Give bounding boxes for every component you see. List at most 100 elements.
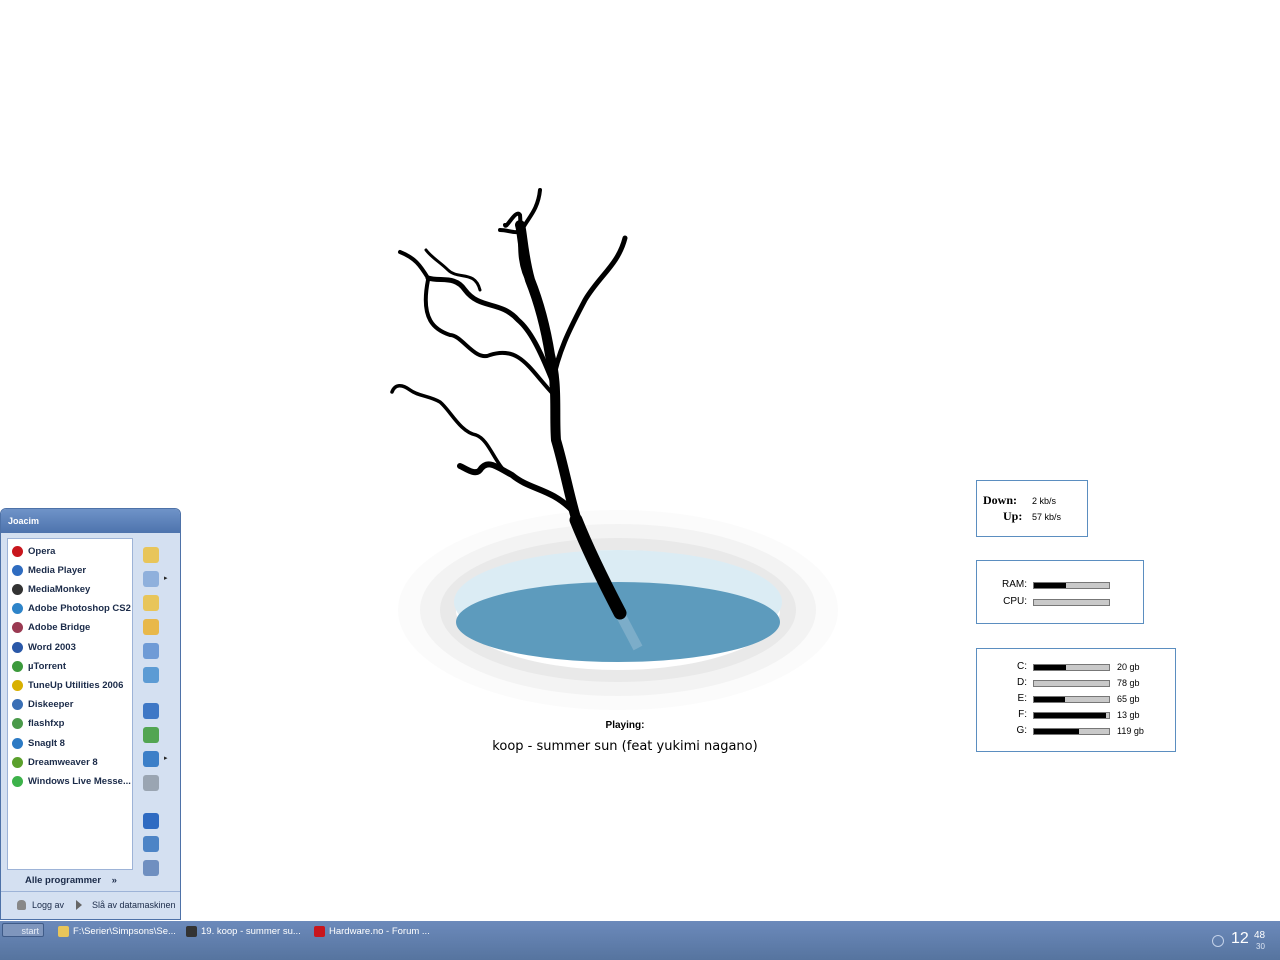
program-label: MediaMonkey xyxy=(28,583,91,595)
now-playing-label: Playing: xyxy=(605,720,645,731)
drive-meter-fill xyxy=(1034,697,1065,702)
opera-icon xyxy=(314,925,325,937)
drives-widget: C: 20 gb D: 78 gb E: 65 gb F: 13 gb G: 119 gb xyxy=(976,648,1176,752)
mediamonkey-icon xyxy=(12,583,23,595)
program-label: Diskeeper xyxy=(28,699,74,711)
program-item[interactable]: Dreamweaver 8 xyxy=(12,753,98,771)
program-item[interactable]: Diskeeper xyxy=(12,696,73,714)
network-widget: Down: 2 kb/s Up: 57 kb/s xyxy=(976,480,1088,537)
my-documents-icon[interactable] xyxy=(143,547,159,563)
control-panel-icon[interactable] xyxy=(143,703,159,719)
program-item[interactable]: Windows Live Messe... xyxy=(12,772,131,790)
taskbar-window-label: 19. koop - summer su... xyxy=(201,925,301,937)
shutdown-button[interactable]: Slå av datamaskinen xyxy=(76,900,176,910)
submenu-arrow-icon: ▸ xyxy=(164,755,168,762)
shutdown-icon xyxy=(76,900,82,910)
utorrent-icon xyxy=(12,660,23,672)
tray-network-icon[interactable] xyxy=(1212,935,1224,947)
drive-meter xyxy=(1033,680,1110,687)
word-icon xyxy=(12,641,23,653)
run-icon[interactable] xyxy=(143,860,159,876)
drive-free-value: 78 gb xyxy=(1117,678,1140,688)
start-menu: Joacim Opera Media Player MediaMonkey Adobe… xyxy=(0,508,181,920)
drive-label: D: xyxy=(1017,677,1027,688)
start-label: start xyxy=(21,926,39,936)
program-label: flashfxp xyxy=(28,718,65,730)
photoshop-icon xyxy=(12,603,23,615)
program-item[interactable]: TuneUp Utilities 2006 xyxy=(12,676,123,694)
drive-free-value: 119 gb xyxy=(1117,726,1144,736)
connect-to-icon[interactable] xyxy=(143,751,159,767)
network-places-icon[interactable] xyxy=(143,667,159,683)
up-label: Up: xyxy=(1003,509,1023,523)
down-label: Down: xyxy=(983,493,1018,507)
folder-icon xyxy=(58,925,69,937)
tuneup-icon xyxy=(12,679,23,691)
up-value: 57 kb/s xyxy=(1032,512,1062,522)
submenu-arrow-icon: ▸ xyxy=(164,575,168,582)
program-label: Media Player xyxy=(28,564,87,576)
recent-documents-icon[interactable] xyxy=(143,571,159,587)
shutdown-label: Slå av datamaskinen xyxy=(92,900,176,910)
start-button[interactable]: start xyxy=(2,923,44,937)
program-item[interactable]: Adobe Photoshop CS2 xyxy=(12,600,131,618)
media-player-icon xyxy=(12,564,23,576)
program-label: Windows Live Messe... xyxy=(28,775,131,787)
printers-icon[interactable] xyxy=(143,775,159,791)
program-label: Adobe Photoshop CS2 xyxy=(28,603,131,615)
lock-icon xyxy=(17,900,26,910)
drive-meter-fill xyxy=(1034,665,1066,670)
drive-meter-fill xyxy=(1034,713,1106,718)
taskbar-window-button[interactable]: 19. koop - summer su... xyxy=(186,923,301,939)
program-item[interactable]: flashfxp xyxy=(12,715,64,733)
logoff-button[interactable]: Logg av xyxy=(17,900,64,910)
drive-label: C: xyxy=(1017,661,1027,672)
drive-label: F: xyxy=(1018,709,1027,720)
program-item[interactable]: µTorrent xyxy=(12,657,66,675)
down-value: 2 kb/s xyxy=(1032,496,1057,506)
help-icon[interactable] xyxy=(143,813,159,829)
flashfxp-icon xyxy=(12,718,23,730)
my-computer-icon[interactable] xyxy=(143,643,159,659)
program-item[interactable]: SnagIt 8 xyxy=(12,734,65,752)
logoff-label: Logg av xyxy=(32,900,65,910)
program-label: µTorrent xyxy=(28,660,67,672)
start-menu-footer: Logg av Slå av datamaskinen xyxy=(1,891,180,919)
diskeeper-icon xyxy=(12,699,23,711)
system-widget: RAM: CPU: xyxy=(976,560,1144,624)
my-pictures-icon[interactable] xyxy=(143,595,159,611)
program-item[interactable]: MediaMonkey xyxy=(12,580,90,598)
program-item[interactable]: Adobe Bridge xyxy=(12,619,90,637)
clock-minute: 48 xyxy=(1254,930,1266,941)
all-programs-arrow: » xyxy=(111,875,117,886)
drive-meter xyxy=(1033,664,1110,671)
opera-icon xyxy=(12,545,23,557)
messenger-icon xyxy=(12,775,23,787)
program-label: TuneUp Utilities 2006 xyxy=(28,679,124,691)
pinned-programs-list: Opera Media Player MediaMonkey Adobe Photos… xyxy=(7,538,133,870)
drive-free-value: 13 gb xyxy=(1117,710,1140,720)
drive-meter xyxy=(1033,712,1110,719)
program-item[interactable]: Word 2003 xyxy=(12,638,76,656)
snagit-icon xyxy=(12,737,23,749)
bridge-icon xyxy=(12,622,23,634)
dreamweaver-icon xyxy=(12,756,23,768)
cpu-meter xyxy=(1033,599,1110,606)
drive-meter xyxy=(1033,728,1110,735)
my-music-icon[interactable] xyxy=(143,619,159,635)
program-item[interactable]: Opera xyxy=(12,542,55,560)
taskbar-window-label: F:\Serier\Simpsons\Se... xyxy=(73,925,176,937)
program-label: Adobe Bridge xyxy=(28,622,91,634)
search-icon[interactable] xyxy=(143,836,159,852)
default-programs-icon[interactable] xyxy=(143,727,159,743)
mediamonkey-icon xyxy=(186,925,197,937)
cpu-label: CPU: xyxy=(1003,596,1027,607)
drive-free-value: 20 gb xyxy=(1117,662,1140,672)
now-playing-track: koop - summer sun (feat yukimi nagano) xyxy=(492,739,758,754)
program-item[interactable]: Media Player xyxy=(12,561,86,579)
all-programs-button[interactable]: Alle programmer » xyxy=(25,875,117,886)
taskbar-window-button[interactable]: Hardware.no - Forum ... xyxy=(314,923,430,939)
drive-label: G: xyxy=(1016,725,1027,736)
clock-second: 30 xyxy=(1256,942,1265,951)
taskbar-window-button[interactable]: F:\Serier\Simpsons\Se... xyxy=(58,923,176,939)
